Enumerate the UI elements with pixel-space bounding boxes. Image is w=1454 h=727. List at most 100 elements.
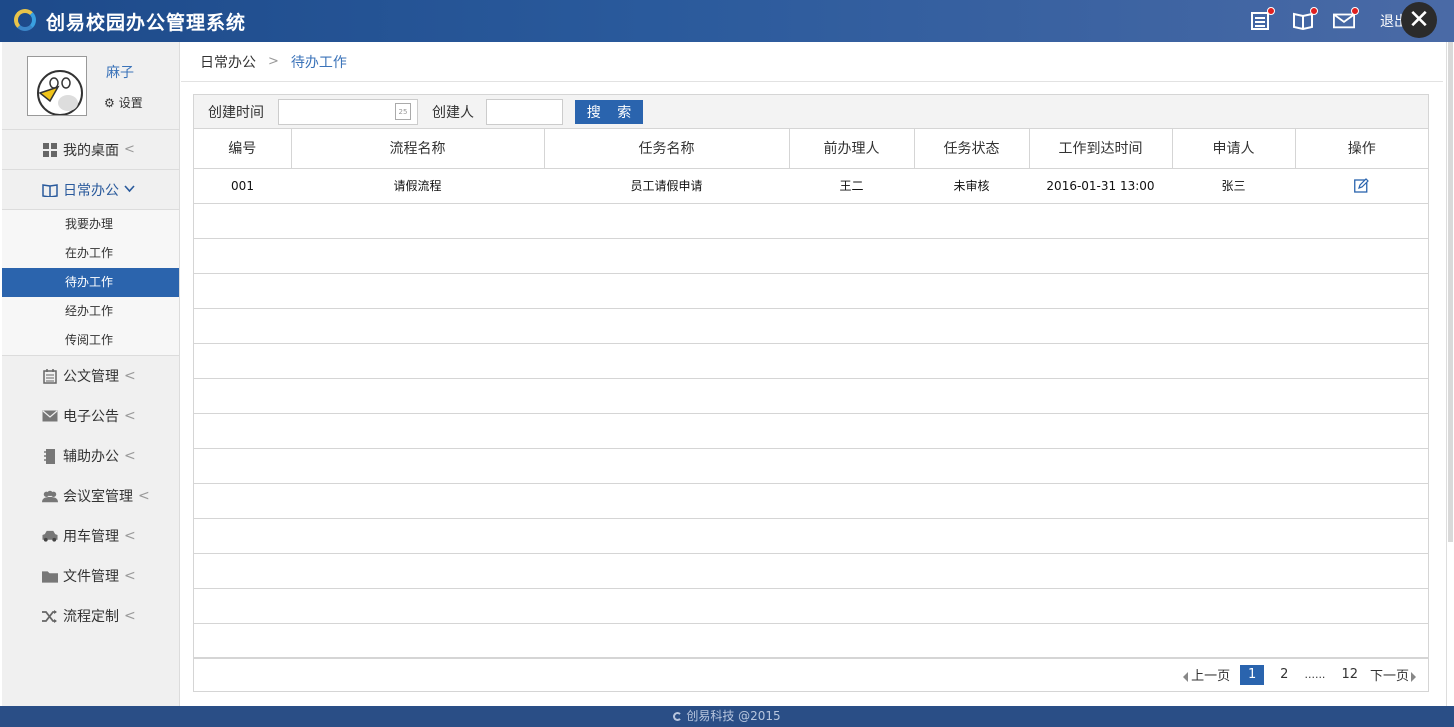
submenu-item-to-handle[interactable]: 我要办理 (2, 210, 179, 239)
settings-label: 设置 (118, 96, 143, 110)
menu-label: 电子公告 (63, 409, 119, 425)
user-profile: 麻子 ⚙ 设置 (2, 42, 179, 130)
scrollbar[interactable] (1446, 42, 1454, 706)
table-cell: 张三 (1172, 168, 1295, 204)
column-header: 任务名称 (544, 129, 790, 169)
menu-item-workflow[interactable]: 流程定制 < (2, 596, 179, 636)
next-page-label: 下一页 (1369, 669, 1409, 684)
breadcrumb-parent[interactable]: 日常办公 (200, 52, 256, 72)
menu-label: 文件管理 (63, 569, 119, 585)
sidebar: 麻子 ⚙ 设置 我的桌面 < 日常办公 我要办理 在办工作 待办工作 经办工作 传… (2, 42, 180, 706)
creator-label: 创建人 (432, 104, 474, 121)
table-row-empty (194, 483, 1428, 519)
table-row-empty (194, 588, 1428, 624)
table-row-empty (194, 343, 1428, 379)
column-header: 操作 (1295, 129, 1428, 169)
mail-notify-icon[interactable] (1333, 7, 1359, 30)
menu-item-vehicles[interactable]: 用车管理 < (2, 516, 179, 556)
scrollbar-thumb[interactable] (1448, 42, 1453, 542)
app-header: 创易校园办公管理系统 退出 ✕ (0, 0, 1454, 42)
edit-icon[interactable] (1354, 178, 1369, 193)
menu-item-desktop[interactable]: 我的桌面 < (2, 130, 179, 170)
submenu-item-circulated[interactable]: 传阅工作 (2, 326, 179, 355)
binder-icon (42, 448, 58, 464)
mail-badge (1351, 7, 1359, 15)
creator-input[interactable] (486, 98, 563, 125)
chevron-down-icon (124, 182, 135, 197)
column-header: 流程名称 (291, 129, 545, 169)
task-panel: 创建时间 25 创建人 搜 索 编号 流程名称 任务名称 前办理人 任务状态 工 (193, 94, 1429, 692)
submenu-item-handled[interactable]: 经办工作 (2, 297, 179, 326)
chevron-right-icon: > (268, 54, 279, 69)
mail-icon (42, 408, 58, 424)
table-cell: 未审核 (914, 168, 1029, 204)
column-header: 编号 (194, 129, 292, 169)
created-time-input[interactable]: 25 (278, 98, 418, 125)
table-cell: 王二 (789, 168, 914, 204)
page-button-1[interactable]: 1 (1240, 664, 1265, 685)
next-page-button[interactable]: 下一页 (1370, 665, 1416, 684)
app-logo-icon (14, 9, 36, 31)
submenu-daily-office: 我要办理 在办工作 待办工作 经办工作 传阅工作 (2, 210, 179, 356)
table-row-empty (194, 273, 1428, 309)
close-button[interactable]: ✕ (1401, 2, 1437, 38)
main-content: 日常办公 > 待办工作 创建时间 25 创建人 搜 索 编号 流程名称 任务名称 (181, 42, 1443, 706)
notes-badge (1267, 7, 1275, 15)
prev-page-button[interactable]: 上一页 (1183, 665, 1230, 684)
settings-link[interactable]: ⚙ 设置 (104, 94, 143, 111)
book-notify-icon[interactable] (1292, 7, 1318, 31)
table-row-empty (194, 623, 1428, 659)
footer-text: 创易科技 @2015 (686, 709, 781, 723)
column-header: 工作到达时间 (1029, 129, 1173, 169)
gear-icon: ⚙ (104, 96, 115, 110)
table-row-empty (194, 308, 1428, 344)
chevron-left-icon: < (124, 448, 136, 464)
table-row-empty (194, 553, 1428, 589)
notes-icon[interactable] (1249, 7, 1275, 30)
table-cell: 001 (194, 168, 291, 204)
prev-page-label: 上一页 (1191, 669, 1231, 684)
menu-item-documents[interactable]: 公文管理 < (2, 356, 179, 396)
page-ellipsis: ...... (1304, 668, 1326, 681)
table-cell-actions (1295, 168, 1428, 204)
menu-label: 我的桌面 (63, 142, 119, 159)
submenu-item-in-progress[interactable]: 在办工作 (2, 239, 179, 268)
folder-icon (42, 568, 58, 584)
menu-item-announcements[interactable]: 电子公告 < (2, 396, 179, 436)
column-header: 申请人 (1172, 129, 1296, 169)
book-badge (1310, 7, 1318, 15)
username[interactable]: 麻子 (106, 62, 134, 82)
submenu-item-pending[interactable]: 待办工作 (2, 268, 179, 297)
page-button-2[interactable]: 2 (1280, 667, 1288, 682)
document-icon (42, 368, 58, 384)
page-button-12[interactable]: 12 (1341, 667, 1358, 682)
breadcrumb-current: 待办工作 (290, 54, 347, 71)
footer-logo-icon (673, 712, 683, 721)
column-header: 任务状态 (914, 129, 1030, 169)
avatar[interactable] (27, 56, 87, 116)
table-cell: 员工请假申请 (544, 168, 789, 204)
shuffle-icon (42, 608, 58, 624)
table-row-empty (194, 203, 1428, 239)
calendar-icon[interactable]: 25 (395, 102, 411, 120)
caret-left-icon (1183, 671, 1189, 682)
chevron-left-icon: < (124, 368, 136, 384)
table-row[interactable]: 001 请假流程 员工请假申请 王二 未审核 2016-01-31 13:00 … (194, 168, 1428, 204)
table-row-empty (194, 378, 1428, 414)
menu-item-meeting-room[interactable]: 会议室管理 < (2, 476, 179, 516)
chevron-left-icon: < (124, 142, 135, 157)
column-header: 前办理人 (789, 129, 915, 169)
menu-item-daily-office[interactable]: 日常办公 (2, 170, 179, 210)
pagination: 上一页 1 2 ...... 12 下一页 (194, 657, 1428, 691)
search-button[interactable]: 搜 索 (575, 99, 643, 124)
created-time-label: 创建时间 (208, 104, 264, 121)
people-icon (42, 488, 58, 504)
menu-label: 公文管理 (63, 369, 119, 385)
table-header-row: 编号 流程名称 任务名称 前办理人 任务状态 工作到达时间 申请人 操作 (194, 129, 1428, 169)
menu-item-assist-office[interactable]: 辅助办公 < (2, 436, 179, 476)
search-bar: 创建时间 25 创建人 搜 索 (194, 95, 1428, 129)
menu-item-files[interactable]: 文件管理 < (2, 556, 179, 596)
table-cell: 请假流程 (291, 168, 544, 204)
menu-label: 日常办公 (63, 182, 119, 199)
table-cell: 2016-01-31 13:00 (1029, 168, 1172, 204)
